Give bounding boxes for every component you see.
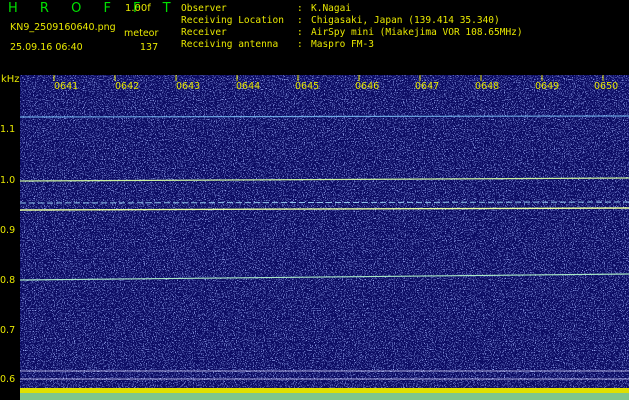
info-row-location: Receiving Location: Chigasaki, Japan (139…	[181, 15, 500, 26]
info-label: Receiver	[181, 27, 227, 38]
info-row-antenna: Receiving antenna: Maspro FM-3	[181, 39, 374, 50]
info-label: Observer	[181, 3, 227, 14]
info-label: Receiving antenna	[181, 39, 279, 50]
info-row-observer: Observer: K.Nagai	[181, 3, 352, 14]
tick-label: 0.6	[0, 374, 16, 385]
info-label: Receiving Location	[181, 15, 284, 26]
info-row-receiver: Receiver: AirSpy mini (Miakejima VOR 108.…	[181, 27, 523, 38]
time-label: 0650	[594, 81, 619, 92]
time-label: 0642	[115, 81, 140, 92]
time-label: 0643	[176, 81, 201, 92]
station-info: Observer: K.Nagai Receiving Location: Chig…	[181, 3, 523, 51]
time-label: 0641	[54, 81, 79, 92]
tick-label: 0.7	[0, 325, 16, 336]
info-value: Maspro FM-3	[311, 39, 374, 50]
tick-label: 0.8	[0, 275, 16, 286]
time-label: 0647	[415, 81, 440, 92]
app-brand: H R O F F T	[8, 1, 180, 16]
axis-unit: kHz	[1, 74, 20, 85]
meteor-count: 137	[140, 42, 159, 53]
time-label: 0646	[355, 81, 380, 92]
app-version: 1.00f	[125, 3, 151, 14]
tick-label: 1.1	[0, 124, 16, 135]
spectrogram	[20, 75, 629, 400]
time-label: 0648	[475, 81, 500, 92]
signal-strip-shade	[20, 393, 629, 400]
tick-label: 1.0	[0, 175, 16, 186]
info-value: Chigasaki, Japan (139.414 35.340)	[311, 15, 500, 26]
time-label: 0644	[236, 81, 261, 92]
header-panel: H R O F F T 1.00f KN9_2509160640.png met…	[0, 0, 629, 75]
info-value: AirSpy mini (Miakejima VOR 108.65MHz)	[311, 27, 523, 38]
tick-label: 0.9	[0, 225, 16, 236]
time-label: 0645	[295, 81, 320, 92]
date-time: 25.09.16 06:40	[10, 42, 83, 53]
spectrogram-noise	[20, 75, 629, 400]
file-name: KN9_2509160640.png	[10, 22, 116, 33]
mode-label: meteor	[124, 28, 159, 39]
info-value: K.Nagai	[311, 3, 352, 14]
time-label: 0649	[535, 81, 560, 92]
